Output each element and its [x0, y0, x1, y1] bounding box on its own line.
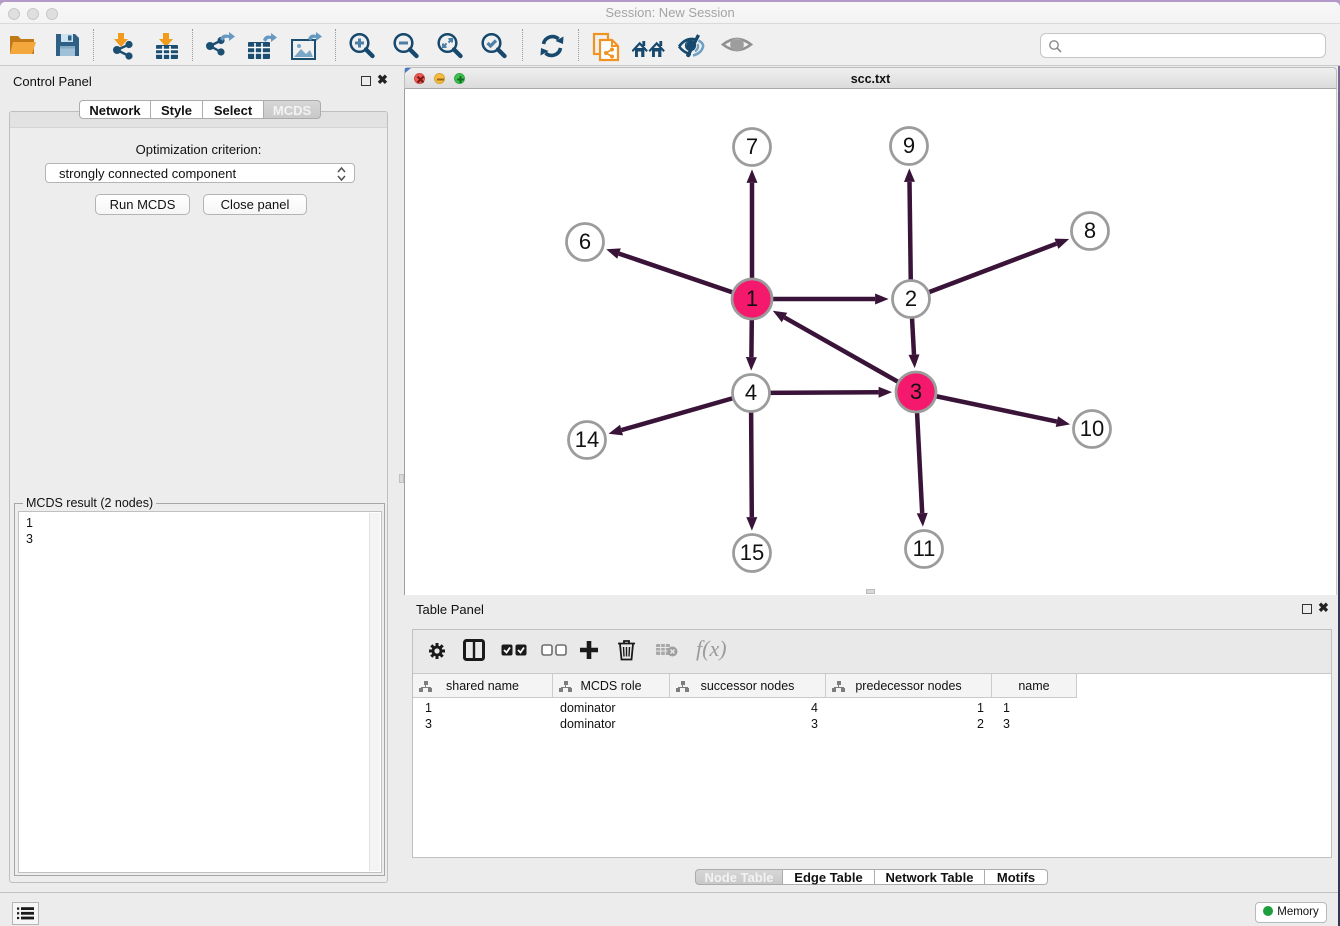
svg-text:2: 2	[905, 286, 917, 311]
svg-text:3: 3	[910, 379, 922, 404]
svg-text:8: 8	[1084, 218, 1096, 243]
svg-text:4: 4	[745, 380, 757, 405]
svg-text:11: 11	[913, 536, 936, 561]
svg-text:7: 7	[746, 134, 758, 159]
svg-text:6: 6	[579, 229, 591, 254]
svg-text:14: 14	[575, 427, 599, 452]
svg-text:10: 10	[1080, 416, 1104, 441]
svg-text:9: 9	[903, 133, 915, 158]
svg-text:15: 15	[740, 540, 764, 565]
svg-text:1: 1	[746, 286, 758, 311]
